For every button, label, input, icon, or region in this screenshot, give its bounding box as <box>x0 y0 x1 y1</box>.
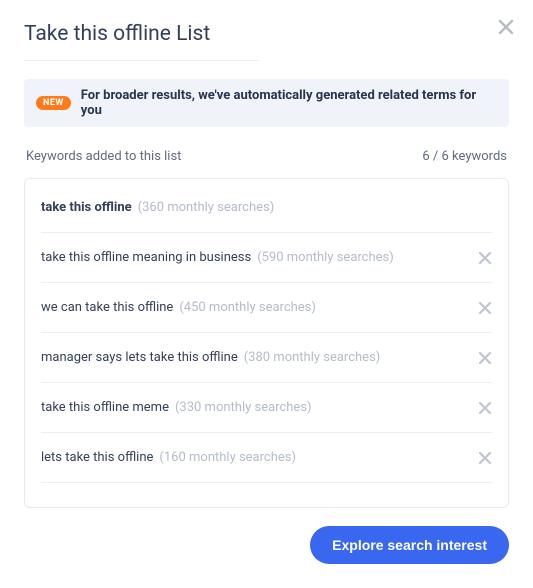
keyword-row-content: take this offline (360 monthly searches) <box>41 200 274 215</box>
keyword-term: we can take this offline <box>41 300 173 315</box>
remove-keyword-button[interactable] <box>478 451 492 465</box>
close-icon <box>478 401 492 415</box>
keyword-count: 6 / 6 keywords <box>422 149 507 164</box>
remove-keyword-button[interactable] <box>478 251 492 265</box>
keyword-term: manager says lets take this offline <box>41 350 238 365</box>
close-icon <box>478 451 492 465</box>
keyword-meta: (380 monthly searches) <box>244 350 381 365</box>
close-dialog-button[interactable] <box>497 18 515 36</box>
keyword-meta: (590 monthly searches) <box>257 250 394 265</box>
keyword-row: take this offline (360 monthly searches) <box>41 183 492 233</box>
list-header: Keywords added to this list 6 / 6 keywor… <box>24 149 509 164</box>
remove-keyword-button[interactable] <box>478 351 492 365</box>
keyword-term: take this offline meme <box>41 400 169 415</box>
keyword-term: take this offline <box>41 200 132 215</box>
keyword-row-content: lets take this offline (160 monthly searc… <box>41 450 296 465</box>
remove-keyword-button[interactable] <box>478 401 492 415</box>
keyword-meta: (360 monthly searches) <box>138 200 275 215</box>
keyword-row-content: manager says lets take this offline (380 … <box>41 350 380 365</box>
keyword-row-content: take this offline meme (330 monthly searc… <box>41 400 312 415</box>
close-icon <box>478 251 492 265</box>
keyword-list: take this offline(360 monthly searches)t… <box>24 178 509 508</box>
banner-text: For broader results, we've automatically… <box>81 88 497 118</box>
keyword-row-content: take this offline meaning in business (59… <box>41 250 394 265</box>
keyword-row: we can take this offline (450 monthly sea… <box>41 283 492 333</box>
close-icon <box>497 18 515 36</box>
remove-keyword-button[interactable] <box>478 301 492 315</box>
keyword-row: take this offline meaning in business (59… <box>41 233 492 283</box>
keyword-meta: (160 monthly searches) <box>159 450 296 465</box>
list-header-label: Keywords added to this list <box>26 149 181 164</box>
new-badge: NEW <box>36 96 71 110</box>
keyword-term: take this offline meaning in business <box>41 250 251 265</box>
keyword-row: take this offline meme (330 monthly searc… <box>41 383 492 433</box>
info-banner: NEW For broader results, we've automatic… <box>24 79 509 127</box>
dialog-title: Take this offline List <box>24 22 259 61</box>
close-icon <box>478 301 492 315</box>
keyword-row-content: we can take this offline (450 monthly sea… <box>41 300 316 315</box>
close-icon <box>478 351 492 365</box>
keyword-meta: (330 monthly searches) <box>175 400 312 415</box>
keyword-meta: (450 monthly searches) <box>179 300 316 315</box>
keyword-row: manager says lets take this offline (380 … <box>41 333 492 383</box>
keyword-term: lets take this offline <box>41 450 153 465</box>
explore-search-interest-button[interactable]: Explore search interest <box>310 526 509 564</box>
keyword-row: lets take this offline (160 monthly searc… <box>41 433 492 483</box>
